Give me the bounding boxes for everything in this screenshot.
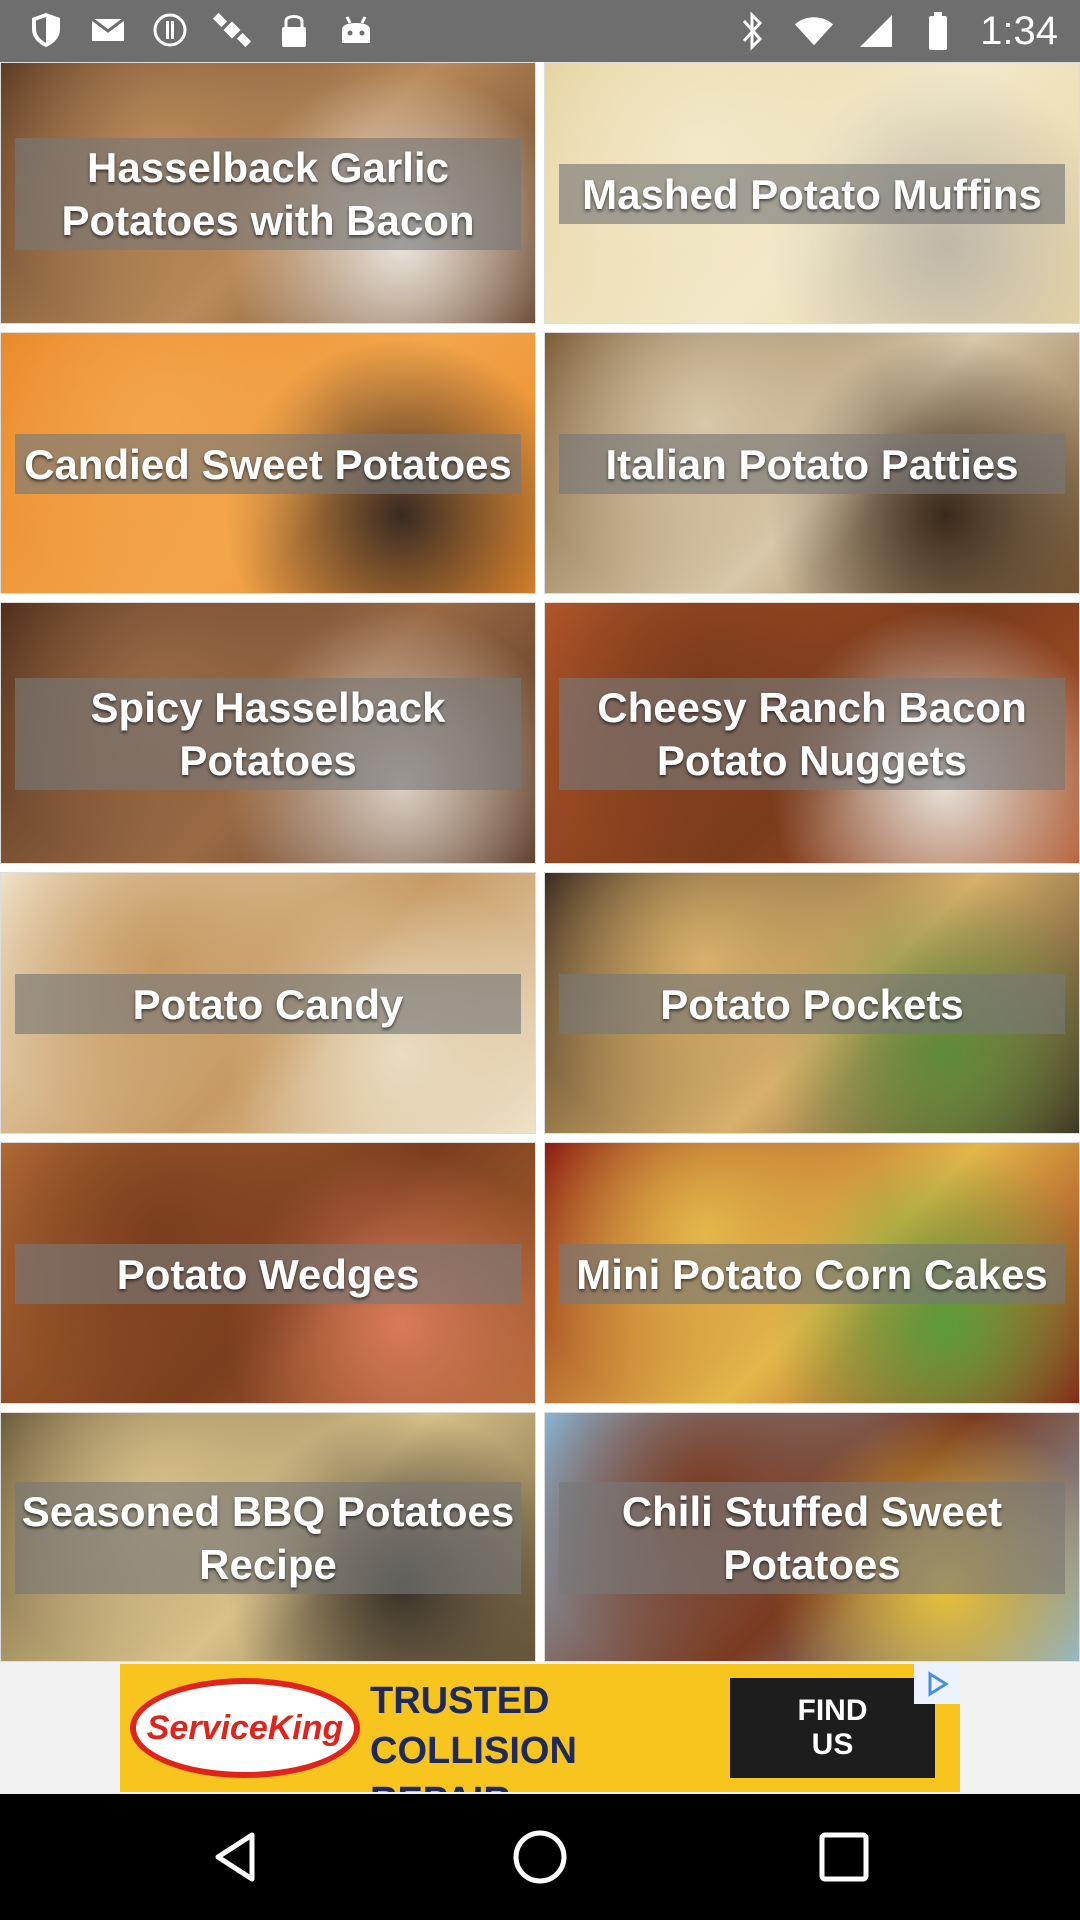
battery-icon: [918, 11, 958, 51]
recipe-tile[interactable]: Mini Potato Corn Cakes: [544, 1142, 1080, 1404]
navigation-bar: [0, 1794, 1080, 1920]
ad-tagline-line1: TRUSTED: [370, 1680, 550, 1722]
recipe-grid: Hasselback Garlic Potatoes with Bacon Mas…: [0, 62, 1080, 1662]
recipe-title-box: Spicy Hasselback Potatoes: [15, 678, 521, 790]
recipe-title: Mini Potato Corn Cakes: [576, 1250, 1048, 1298]
recipe-title: Seasoned BBQ Potatoes Recipe: [21, 1488, 515, 1588]
recipe-title-box: Candied Sweet Potatoes: [15, 434, 521, 494]
android-icon: [336, 10, 376, 50]
recipe-title: Spicy Hasselback Potatoes: [90, 684, 446, 784]
info-icon: [150, 10, 190, 50]
ad-banner-container: ServiceKing TRUSTED COLLISION REPAIR FIN…: [0, 1662, 1080, 1794]
recents-icon[interactable]: [814, 1827, 874, 1887]
recipe-title-box: Chili Stuffed Sweet Potatoes: [559, 1482, 1065, 1594]
recipe-title-box: Cheesy Ranch Bacon Potato Nuggets: [559, 678, 1065, 790]
ad-cta-line2: US: [811, 1728, 854, 1761]
notification-icons: [26, 10, 376, 50]
lock-icon: [274, 10, 314, 50]
system-icons: 1:34: [732, 8, 1058, 54]
recipe-tile[interactable]: Seasoned BBQ Potatoes Recipe: [0, 1412, 536, 1662]
recipe-tile[interactable]: Candied Sweet Potatoes: [0, 332, 536, 594]
recipe-title: Potato Wedges: [116, 1250, 420, 1298]
ad-find-us-button[interactable]: FIND US: [730, 1678, 935, 1778]
recipe-title: Italian Potato Patties: [605, 440, 1019, 488]
recipe-tile[interactable]: Potato Candy: [0, 872, 536, 1134]
adchoices-icon[interactable]: [914, 1664, 960, 1704]
recipe-title-box: Mashed Potato Muffins: [559, 164, 1065, 224]
recipe-title: Candied Sweet Potatoes: [24, 440, 512, 488]
clock: 1:34: [980, 9, 1058, 53]
ad-tagline-line2: COLLISION REPAIR: [370, 1730, 577, 1792]
home-icon[interactable]: [510, 1827, 570, 1887]
recipe-title-box: Potato Candy: [15, 974, 521, 1034]
recipe-tile[interactable]: Potato Pockets: [544, 872, 1080, 1134]
wifi-icon: [794, 11, 834, 51]
recipe-tile[interactable]: Potato Wedges: [0, 1142, 536, 1404]
mail-icon: [88, 10, 128, 50]
recipe-tile[interactable]: Mashed Potato Muffins: [544, 62, 1080, 324]
ad-banner[interactable]: ServiceKing TRUSTED COLLISION REPAIR FIN…: [120, 1664, 960, 1792]
signal-icon: [856, 11, 896, 51]
bluetooth-icon: [732, 11, 772, 51]
recipe-title-box: Italian Potato Patties: [559, 434, 1065, 494]
ad-brand-name: ServiceKing: [146, 1708, 344, 1747]
ad-cta-line1: FIND: [797, 1694, 868, 1727]
satellite-icon: [212, 10, 252, 50]
ad-brand-logo: ServiceKing: [130, 1678, 360, 1778]
status-bar: 1:34: [0, 0, 1080, 62]
recipe-title-box: Potato Pockets: [559, 974, 1065, 1034]
recipe-title-box: Potato Wedges: [15, 1244, 521, 1304]
recipe-tile[interactable]: Italian Potato Patties: [544, 332, 1080, 594]
recipe-title-box: Hasselback Garlic Potatoes with Bacon: [15, 138, 521, 250]
recipe-tile[interactable]: Hasselback Garlic Potatoes with Bacon: [0, 62, 536, 324]
recipe-tile[interactable]: Spicy Hasselback Potatoes: [0, 602, 536, 864]
recipe-title: Potato Candy: [132, 980, 404, 1028]
recipe-title-box: Mini Potato Corn Cakes: [559, 1244, 1065, 1304]
recipe-tile[interactable]: Cheesy Ranch Bacon Potato Nuggets: [544, 602, 1080, 864]
recipe-title: Hasselback Garlic Potatoes with Bacon: [61, 144, 475, 244]
recipe-title: Chili Stuffed Sweet Potatoes: [621, 1488, 1003, 1588]
back-icon[interactable]: [206, 1827, 266, 1887]
recipe-title: Cheesy Ranch Bacon Potato Nuggets: [597, 684, 1027, 784]
recipe-title: Mashed Potato Muffins: [582, 170, 1042, 218]
recipe-title: Potato Pockets: [660, 980, 964, 1028]
recipe-title-box: Seasoned BBQ Potatoes Recipe: [15, 1482, 521, 1594]
recipe-tile[interactable]: Chili Stuffed Sweet Potatoes: [544, 1412, 1080, 1662]
ad-tagline: TRUSTED COLLISION REPAIR: [370, 1676, 710, 1792]
shield-icon: [26, 10, 66, 50]
